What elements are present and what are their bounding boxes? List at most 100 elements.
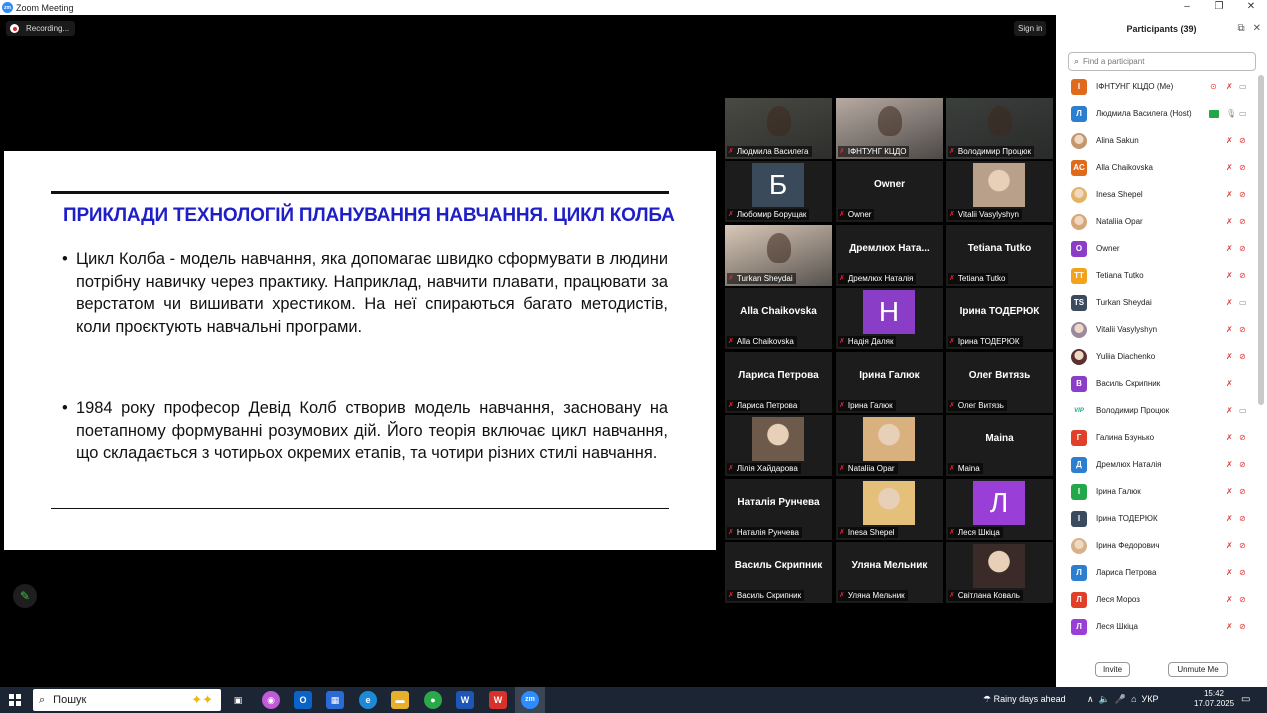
mic-muted-icon[interactable]: ✗ (1226, 622, 1233, 631)
participant-row[interactable]: Д Дремлюх Наталія ✗ ⊘ (1056, 451, 1256, 478)
camera-off-icon[interactable]: ⊘ (1239, 595, 1246, 604)
close-button[interactable]: ✕ (1235, 0, 1267, 15)
recording-indicator[interactable]: Recording... (6, 21, 76, 36)
maximize-button[interactable]: ❐ (1203, 0, 1235, 15)
zoom-taskbar-icon[interactable]: zm (521, 691, 539, 709)
store-icon[interactable]: ▦ (326, 691, 344, 709)
mic-muted-icon[interactable]: ✗ (1226, 568, 1233, 577)
camera-on-icon[interactable]: ▭ (1239, 109, 1247, 118)
video-tile[interactable]: Наталія Рунчева ✗ Наталія Рунчева (725, 479, 832, 540)
mic-muted-icon[interactable]: ✗ (1226, 82, 1233, 91)
video-tile[interactable]: ✗ Vitalii Vasylyshyn (946, 161, 1053, 222)
word-icon[interactable]: W (456, 691, 474, 709)
mic-muted-icon[interactable]: ✗ (1226, 433, 1233, 442)
participant-row[interactable]: Inesa Shepel ✗ ⊘ (1056, 181, 1256, 208)
video-tile[interactable]: ✗ Лілія Хайдарова (725, 415, 832, 476)
wps-icon[interactable]: W (489, 691, 507, 709)
invite-button[interactable]: Invite (1095, 662, 1130, 677)
camera-off-icon[interactable]: ⊘ (1239, 622, 1246, 631)
participant-row[interactable]: Л Леся Шкіца ✗ ⊘ (1056, 613, 1256, 640)
camera-off-icon[interactable]: ⊘ (1239, 514, 1246, 523)
participant-search[interactable]: ⌕ Find a participant (1068, 52, 1256, 71)
speaker-icon[interactable]: 🔈 (1099, 694, 1110, 704)
mic-muted-icon[interactable]: ✗ (1226, 298, 1233, 307)
video-tile[interactable]: Tetiana Tutko ✗ Tetiana Tutko (946, 225, 1053, 286)
video-tile[interactable]: Н ✗ Надія Даляк (836, 288, 943, 349)
file-explorer-icon[interactable]: ▬ (391, 691, 409, 709)
tray-chevron-icon[interactable]: ∧ (1087, 694, 1094, 704)
mic-muted-icon[interactable]: ✗ (1226, 595, 1233, 604)
mic-tray-icon[interactable]: 🎤 (1115, 694, 1126, 704)
mic-muted-icon[interactable]: ✗ (1226, 217, 1233, 226)
participant-row[interactable]: Nataliia Opar ✗ ⊘ (1056, 208, 1256, 235)
camera-off-icon[interactable]: ⊘ (1239, 325, 1246, 334)
video-tile[interactable]: Б ✗ Любомир Борущак (725, 161, 832, 222)
participant-row[interactable]: TS Turkan Sheydai ✗ ▭ (1056, 289, 1256, 316)
annotate-pen-icon[interactable]: ✎ (13, 584, 37, 608)
camera-off-icon[interactable]: ⊘ (1239, 487, 1246, 496)
video-tile[interactable]: ✗ Володимир Процюк (946, 98, 1053, 159)
video-tile[interactable]: ✗ Світлана Коваль (946, 542, 1053, 603)
minimize-button[interactable]: – (1171, 0, 1203, 15)
camera-off-icon[interactable]: ⊘ (1239, 352, 1246, 361)
video-tile[interactable]: Ірина ТОДЕРЮК ✗ Ірина ТОДЕРЮК (946, 288, 1053, 349)
video-tile[interactable]: Лариса Петрова ✗ Лариса Петрова (725, 352, 832, 413)
weather-widget[interactable]: ☂ Rainy days ahead (983, 694, 1066, 705)
video-tile[interactable]: Owner ✗ Owner (836, 161, 943, 222)
mic-muted-icon[interactable]: ✗ (1226, 325, 1233, 334)
participant-row[interactable]: AC Alla Chaikovska ✗ ⊘ (1056, 154, 1256, 181)
clock[interactable]: 15:42 17.07.2025 (1194, 689, 1234, 709)
chrome-icon[interactable]: ● (424, 691, 442, 709)
taskbar-search[interactable]: ⌕ Пошук ✦✦ (33, 689, 221, 711)
video-tile[interactable]: ✗ Людмила Василега (725, 98, 832, 159)
video-tile[interactable]: Ірина Галюк ✗ Ірина Галюк (836, 352, 943, 413)
camera-on-icon[interactable]: ▭ (1239, 298, 1247, 307)
mic-muted-icon[interactable]: ✗ (1226, 514, 1233, 523)
camera-off-icon[interactable]: ⊘ (1239, 136, 1246, 145)
camera-on-icon[interactable]: ▭ (1239, 406, 1247, 415)
mic-muted-icon[interactable]: ✗ (1226, 352, 1233, 361)
mic-muted-icon[interactable]: ✗ (1226, 379, 1233, 388)
camera-off-icon[interactable]: ⊘ (1239, 244, 1246, 253)
mic-muted-icon[interactable]: ✗ (1226, 271, 1233, 280)
participant-scrollbar[interactable] (1258, 75, 1264, 405)
video-tile[interactable]: Дремлюх Ната... ✗ Дремлюх Наталія (836, 225, 943, 286)
copilot-icon[interactable]: ◉ (262, 691, 280, 709)
mic-muted-icon[interactable]: ✗ (1226, 487, 1233, 496)
mic-muted-icon[interactable]: ✗ (1226, 190, 1233, 199)
participant-row[interactable]: Л Леся Мороз ✗ ⊘ (1056, 586, 1256, 613)
camera-off-icon[interactable]: ⊘ (1239, 568, 1246, 577)
notification-icon[interactable]: ▭ (1241, 694, 1250, 705)
lang-indicator[interactable]: УКР (1142, 694, 1159, 704)
participant-row[interactable]: VIP Володимир Процюк ✗ ▭ (1056, 397, 1256, 424)
camera-on-icon[interactable]: ▭ (1239, 82, 1247, 91)
popout-icon[interactable]: ⧉ (1237, 23, 1244, 34)
mic-muted-icon[interactable]: ✗ (1226, 406, 1233, 415)
camera-off-icon[interactable]: ⊘ (1239, 433, 1246, 442)
outlook-icon[interactable]: O (294, 691, 312, 709)
system-tray[interactable]: ∧ 🔈 🎤 ⌂ УКР (1087, 694, 1159, 705)
video-tile[interactable]: Alla Chaikovska ✗ Alla Chaikovska (725, 288, 832, 349)
camera-off-icon[interactable]: ⊘ (1239, 541, 1246, 550)
video-tile[interactable]: ✗ Nataliia Opar (836, 415, 943, 476)
network-icon[interactable]: ⌂ (1131, 694, 1136, 704)
sign-in-button[interactable]: Sign in (1014, 21, 1047, 36)
participant-row[interactable]: O Owner ✗ ⊘ (1056, 235, 1256, 262)
unmute-me-button[interactable]: Unmute Me (1168, 662, 1228, 677)
mic-muted-icon[interactable]: ✗ (1226, 163, 1233, 172)
video-tile[interactable]: Maina ✗ Maina (946, 415, 1053, 476)
mic-muted-icon[interactable]: ✗ (1226, 244, 1233, 253)
participant-row[interactable]: І Ірина ТОДЕРЮК ✗ ⊘ (1056, 505, 1256, 532)
video-tile[interactable]: ✗ Inesa Shepel (836, 479, 943, 540)
close-panel-icon[interactable]: ✕ (1253, 23, 1261, 34)
mic-muted-icon[interactable]: ✗ (1226, 136, 1233, 145)
participant-row[interactable]: Г Галина Бзунько ✗ ⊘ (1056, 424, 1256, 451)
participant-row[interactable]: І ІФНТУНГ КЦДО (Me) ⊙ ✗ ▭ (1056, 73, 1256, 100)
camera-off-icon[interactable]: ⊘ (1239, 271, 1246, 280)
participant-row[interactable]: TT Tetiana Tutko ✗ ⊘ (1056, 262, 1256, 289)
participant-row[interactable]: І Ірина Галюк ✗ ⊘ (1056, 478, 1256, 505)
camera-off-icon[interactable]: ⊘ (1239, 217, 1246, 226)
mic-on-icon[interactable]: 🎙 (1226, 109, 1236, 118)
windows-start-icon[interactable] (9, 694, 21, 706)
participant-row[interactable]: Ірина Федорович ✗ ⊘ (1056, 532, 1256, 559)
